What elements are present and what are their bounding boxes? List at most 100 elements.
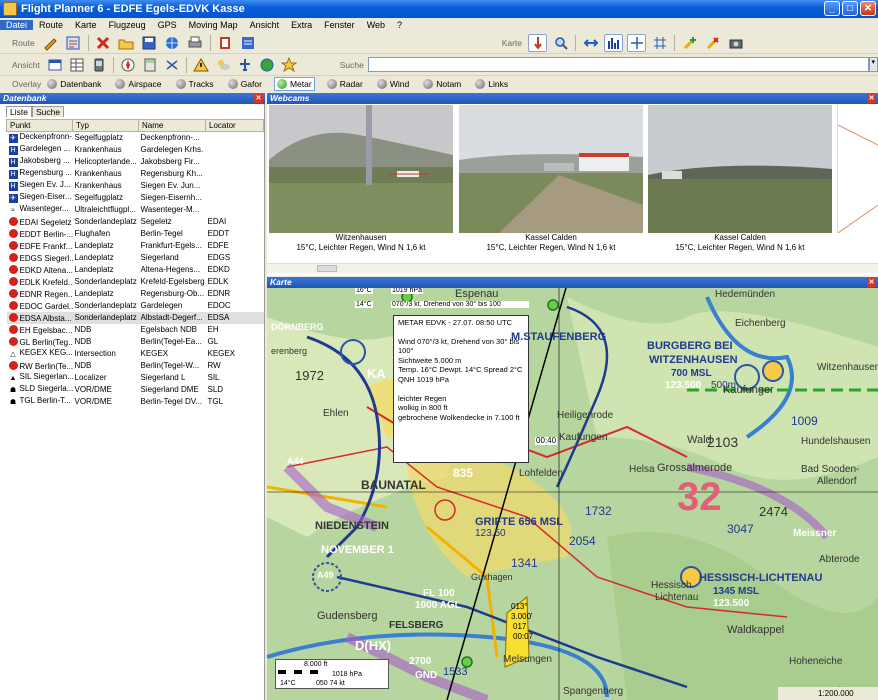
table-row[interactable]: ☗ SLD Siegerla... VOR/DME Siegerland DME SLD [7,384,264,396]
menu-gps[interactable]: GPS [152,20,183,30]
wind-triangle-icon[interactable] [163,56,181,74]
table-row[interactable]: EDNR Regen... Landeplatz Regensburg-Ob... E… [7,288,264,300]
pan-arrows-icon[interactable] [581,34,600,52]
route-list-icon[interactable] [64,34,83,52]
table-row[interactable]: ≈ Wasenteger... Ultraleichtflugpl... Wasent… [7,204,264,216]
overlay-wind[interactable]: Wind [375,77,411,91]
table-row[interactable]: GL Berlin(Teg... NDB Berlin(Tegel-Ea... GL [7,336,264,348]
open-folder-icon[interactable] [117,34,136,52]
menu-extra[interactable]: Extra [285,20,318,30]
menu-help[interactable]: ? [391,20,408,30]
table-row[interactable]: EDFE Frankf... Landeplatz Frankfurt-Egels.… [7,240,264,252]
webcams-scrollbar[interactable] [267,263,878,273]
menu-karte[interactable]: Karte [69,20,103,30]
table-row[interactable]: ▲ SIL Siegerlan... Localizer Siegerland L SI… [7,372,264,384]
overlay-radar[interactable]: Radar [325,77,365,91]
menu-route[interactable]: Route [33,20,69,30]
column-typ[interactable]: Typ [72,119,139,132]
plane-icon[interactable] [236,56,254,74]
grid-icon[interactable] [650,34,669,52]
table-row[interactable]: △ KEGEX KEG... Intersection KEGEX KEGEX [7,348,264,360]
window-view-icon[interactable] [46,56,64,74]
table-row[interactable]: ☗ TGL Berlin-T... VOR/DME Berlin-Tegel DV..… [7,396,264,408]
table-row[interactable]: EDDT Berlin-... Flughafen Berlin-Tegel EDDT [7,228,264,240]
overlay-metar[interactable]: Metar [273,77,315,91]
menu-ansicht[interactable]: Ansicht [244,20,286,30]
print-icon[interactable] [186,34,205,52]
search-input[interactable] [367,57,869,72]
tab-liste[interactable]: Liste [6,106,32,117]
webcam-kassel-calden-2[interactable]: Kassel Calden 15°C, Leichter Regen, Wind … [648,105,832,253]
table-cell: SLD [206,384,264,396]
web-globe-icon[interactable] [258,56,276,74]
map-label-gudensberg: Gudensberg [317,610,378,622]
overlay-datenbank[interactable]: Datenbank [45,77,103,91]
table-row[interactable]: EDLK Krefeld... Sonderlandeplatz Krefeld-E… [7,276,264,288]
menu-fenster[interactable]: Fenster [318,20,361,30]
webcam-witzenhausen[interactable]: Witzenhausen 15°C, Leichter Regen, Wind N… [269,105,453,253]
menu-datei[interactable]: Datei [0,20,34,30]
remove-waypoint-icon[interactable] [703,34,722,52]
map-label-fl100: FL 100 [423,588,455,599]
globe-icon[interactable] [163,34,182,52]
star-icon[interactable] [280,56,298,74]
scale-bars-icon[interactable] [604,33,624,52]
overlay-notam[interactable]: Notam [421,77,463,91]
exit-icon[interactable] [216,34,235,52]
edit-route-icon[interactable] [41,34,60,52]
table-row[interactable]: RW Berlin(Te... NDB Berlin(Tegel-W... RW [7,360,264,372]
close-button[interactable]: ✕ [860,1,876,16]
tab-suche[interactable]: Suche [31,106,65,117]
add-waypoint-icon[interactable] [680,34,699,52]
table-view-icon[interactable] [68,56,86,74]
column-locator[interactable]: Locator [205,119,264,132]
table-row[interactable]: ✈Deckenpfronn-...SegelfugplatzDeckenpfro… [7,132,264,144]
pointer-icon[interactable] [528,33,548,52]
close-panel-icon[interactable]: ✕ [867,94,876,103]
map-panel[interactable]: Karte ✕ 16°C 1019 hPa 14°C 070°/3 kt, Dr… [267,277,878,700]
minimize-button[interactable]: _ [824,1,840,16]
device-icon[interactable] [90,56,108,74]
close-panel-icon[interactable]: ✕ [254,94,263,103]
save-icon[interactable] [140,34,159,52]
table-row[interactable]: EDOC Gardel... Sonderlandeplatz Gardelegen… [7,300,264,312]
compass-icon[interactable] [119,56,137,74]
flightlog-icon[interactable] [239,34,258,52]
calculator-icon[interactable] [141,56,159,74]
map-label-eichenberg: Eichenberg [735,318,786,329]
camera-icon[interactable] [726,34,745,52]
maximize-button[interactable]: □ [842,1,858,16]
menu-flugzeug[interactable]: Flugzeug [103,20,152,30]
table-row[interactable]: EDSA Albsta... Sonderlandeplatz Albstadt-D… [6,311,264,324]
overlay-links[interactable]: Links [473,77,510,91]
warning-icon[interactable] [192,56,210,74]
table-row[interactable]: H Gardelegen ... Krankenhaus Gardelegen Krh… [7,144,264,156]
table-row[interactable]: H Siegen Ev. J... Krankenhaus Siegen Ev. Ju… [7,180,264,192]
table-row[interactable]: EDAI Segeletz Sonderlandeplatz Segeletz EDA… [7,216,264,228]
table-row[interactable]: ✈ Siegen-Eiser... Segelfugplatz Siegen-Eise… [7,192,264,204]
webcam-name: Kassel Calden [525,233,577,242]
database-panel-title: Datenbank [3,93,47,103]
search-dropdown-icon[interactable]: ▾ [868,57,878,72]
table-row[interactable]: EH Egelsbac... NDB Egelsbach NDB EH [7,324,264,336]
column-punkt[interactable]: Punkt [6,119,73,132]
overlay-gafor[interactable]: Gafor [226,77,264,91]
column-name[interactable]: Name [138,119,206,132]
overlay-tracks[interactable]: Tracks [174,77,216,91]
cell-text: Regensburg Kh... [140,169,203,178]
table-row[interactable]: H Regensburg ... Krankenhaus Regensburg Kh.… [7,168,264,180]
menu-moving-map[interactable]: Moving Map [183,20,244,30]
delete-icon[interactable] [94,34,113,52]
table-row[interactable]: H Jakobsberg ... Helicopterlande... Jakobsb… [7,156,264,168]
webcam-kassel-calden-1[interactable]: Kassel Calden 15°C, Leichter Regen, Wind … [459,105,643,253]
table-cell: Gardelegen [139,300,206,312]
table-row[interactable]: EDGS Siegerl... Landeplatz Siegerland EDGS [7,252,264,264]
close-panel-icon[interactable]: ✕ [867,278,876,287]
weather-icon[interactable] [214,56,232,74]
overlay-airspace[interactable]: Airspace [113,77,163,91]
zoom-icon[interactable] [551,34,570,52]
menu-web[interactable]: Web [361,20,391,30]
table-row[interactable]: EDKD Altena... Landeplatz Altena-Hegens...… [7,264,264,276]
scrollbar-thumb[interactable] [317,265,337,272]
crosshair-icon[interactable] [627,33,647,52]
